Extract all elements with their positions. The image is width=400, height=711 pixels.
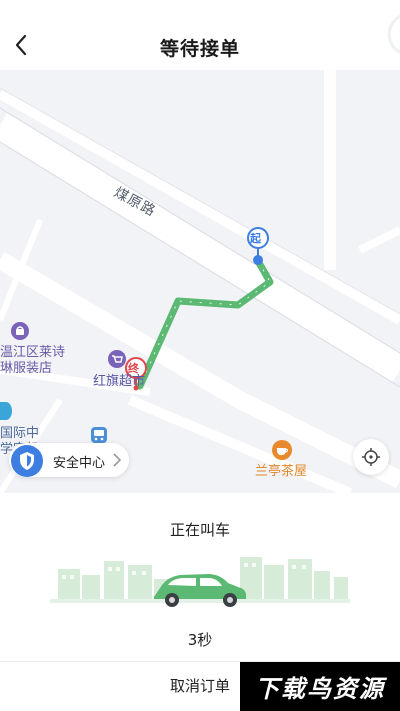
cart-poi-icon <box>108 350 126 372</box>
poi-label-supermarket: 红旗超市 <box>93 374 146 389</box>
car-city-illustration <box>50 557 350 607</box>
safety-center-button[interactable]: 安全中心 <box>9 443 129 477</box>
corner-decoration-icon <box>387 14 400 54</box>
map-roads <box>0 70 400 493</box>
calling-status-text: 正在叫车 <box>169 521 230 539</box>
watermark-text: 下载鸟资源 <box>255 675 385 703</box>
start-marker: 起 <box>246 226 270 270</box>
wait-timer: 3秒 <box>187 631 213 649</box>
poi-label-clothing-store: 温江区莱诗 琳服装店 <box>0 345 65 377</box>
top-nav-bar: 等待接单 <box>0 0 400 70</box>
crosshair-icon <box>362 448 380 466</box>
poi-label-line: 国际中 <box>0 426 40 441</box>
cancel-order-button[interactable]: 取消订单 <box>150 675 250 699</box>
poi-label-line: 温江区莱诗 <box>0 345 66 360</box>
watermark-badge: 下载鸟资源 <box>240 662 400 711</box>
poi-label-teahouse: 兰亭茶屋 <box>255 464 308 479</box>
locate-button[interactable] <box>353 439 389 475</box>
chevron-right-icon <box>113 453 121 467</box>
poi-label-line: 琳服装店 <box>0 361 53 376</box>
school-poi-icon <box>0 402 12 424</box>
shop-poi-icon <box>11 322 29 344</box>
map-view[interactable]: 煤原路 起 终 温江区莱诗 琳服装店 红旗超市 国际中 兰亭茶屋 安全中心 <box>0 70 400 493</box>
page-title: 等待接单 <box>159 38 240 60</box>
teahouse-poi-icon <box>272 440 292 464</box>
shield-icon <box>11 445 43 477</box>
start-marker-label: 起 <box>250 232 261 245</box>
safety-center-label: 安全中心 <box>53 456 106 471</box>
